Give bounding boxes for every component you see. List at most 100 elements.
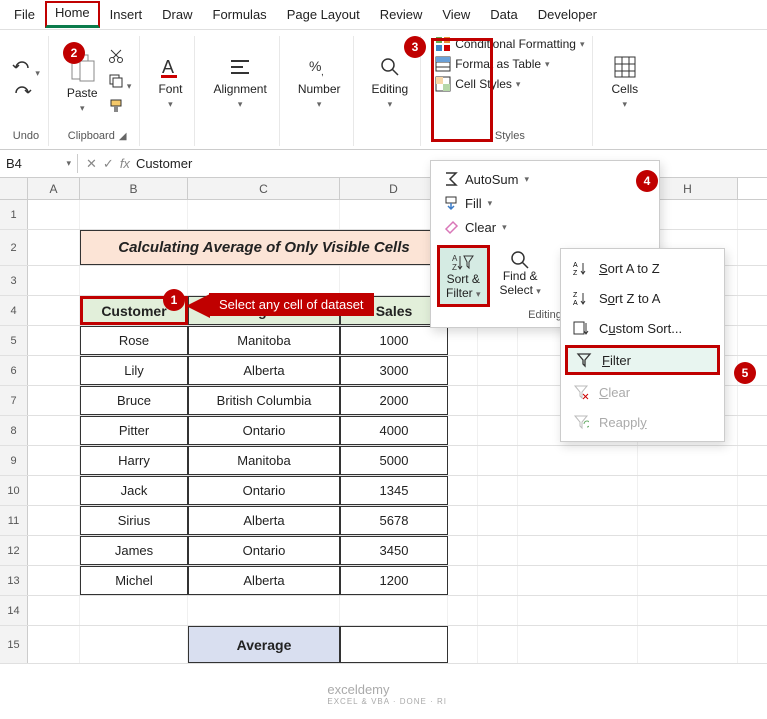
- select-all-corner[interactable]: [0, 178, 28, 199]
- cell[interactable]: [80, 200, 188, 229]
- cell[interactable]: [28, 476, 80, 505]
- cell[interactable]: [478, 566, 518, 595]
- cell[interactable]: [478, 326, 518, 355]
- alignment-button[interactable]: Alignment ▾: [209, 53, 270, 112]
- cell[interactable]: 1345: [340, 476, 448, 505]
- menu-tab-view[interactable]: View: [432, 3, 480, 26]
- cell[interactable]: 2000: [340, 386, 448, 415]
- cell[interactable]: Michel: [80, 566, 188, 595]
- cell[interactable]: [448, 356, 478, 385]
- cell[interactable]: [478, 626, 518, 663]
- cell[interactable]: [518, 476, 638, 505]
- cell[interactable]: [80, 596, 188, 625]
- cell[interactable]: Manitoba: [188, 326, 340, 355]
- cell[interactable]: Ontario: [188, 416, 340, 445]
- menu-tab-review[interactable]: Review: [370, 3, 433, 26]
- font-button[interactable]: A Font ▾: [154, 53, 186, 112]
- menu-tab-draw[interactable]: Draw: [152, 3, 202, 26]
- cell[interactable]: [518, 566, 638, 595]
- cell[interactable]: [340, 596, 448, 625]
- col-header-c[interactable]: C: [188, 178, 340, 199]
- menu-tab-developer[interactable]: Developer: [528, 3, 607, 26]
- fx-icon[interactable]: fx: [120, 156, 130, 172]
- formula-input[interactable]: Customer: [136, 156, 192, 171]
- clear-filter-item[interactable]: Clear: [561, 377, 724, 407]
- row-header[interactable]: 13: [0, 566, 28, 595]
- col-header-b[interactable]: B: [80, 178, 188, 199]
- cell[interactable]: [28, 446, 80, 475]
- row-header[interactable]: 9: [0, 446, 28, 475]
- row-header[interactable]: 8: [0, 416, 28, 445]
- editing-button[interactable]: Editing ▾: [368, 53, 413, 112]
- cells-button[interactable]: Cells ▾: [607, 53, 642, 112]
- row-header[interactable]: 4: [0, 296, 28, 325]
- cell[interactable]: Manitoba: [188, 446, 340, 475]
- cell[interactable]: 4000: [340, 416, 448, 445]
- menu-tab-formulas[interactable]: Formulas: [203, 3, 277, 26]
- cell[interactable]: [478, 416, 518, 445]
- cell[interactable]: [478, 506, 518, 535]
- cell[interactable]: Bruce: [80, 386, 188, 415]
- cell[interactable]: Lily: [80, 356, 188, 385]
- cell[interactable]: [518, 536, 638, 565]
- cell[interactable]: Ontario: [188, 476, 340, 505]
- cell[interactable]: 3450: [340, 536, 448, 565]
- redo-button[interactable]: [12, 85, 40, 104]
- cell[interactable]: 3000: [340, 356, 448, 385]
- cell[interactable]: [448, 386, 478, 415]
- cell[interactable]: [638, 566, 738, 595]
- name-box[interactable]: B4 ▾: [0, 154, 78, 173]
- cell[interactable]: [28, 416, 80, 445]
- cell[interactable]: British Columbia: [188, 386, 340, 415]
- cell[interactable]: [188, 266, 340, 295]
- cell[interactable]: [28, 230, 80, 265]
- cell[interactable]: [28, 386, 80, 415]
- row-header[interactable]: 5: [0, 326, 28, 355]
- cell[interactable]: 5678: [340, 506, 448, 535]
- cell[interactable]: [448, 326, 478, 355]
- cell[interactable]: Rose: [80, 326, 188, 355]
- cell[interactable]: [638, 446, 738, 475]
- cell[interactable]: [448, 476, 478, 505]
- cell[interactable]: [448, 596, 478, 625]
- cell[interactable]: [28, 266, 80, 295]
- cell[interactable]: Sirius: [80, 506, 188, 535]
- cell[interactable]: [80, 626, 188, 663]
- row-header[interactable]: 2: [0, 230, 28, 265]
- col-header-a[interactable]: A: [28, 178, 80, 199]
- cell[interactable]: [28, 566, 80, 595]
- cell[interactable]: Calculating Average of Only Visible Cell…: [80, 230, 448, 265]
- filter-item[interactable]: Filter: [565, 345, 720, 375]
- clipboard-dialog-launcher[interactable]: ◢: [119, 131, 127, 142]
- copy-button[interactable]: ▾: [108, 73, 132, 92]
- cell[interactable]: [638, 626, 738, 663]
- cell[interactable]: [448, 626, 478, 663]
- menu-tab-insert[interactable]: Insert: [100, 3, 153, 26]
- cell[interactable]: [448, 566, 478, 595]
- cell[interactable]: [28, 536, 80, 565]
- cell[interactable]: [448, 506, 478, 535]
- row-header[interactable]: 1: [0, 200, 28, 229]
- sort-za-item[interactable]: ZA Sort Z to A: [561, 283, 724, 313]
- format-painter-button[interactable]: [108, 98, 132, 117]
- cell[interactable]: [28, 200, 80, 229]
- cell[interactable]: [28, 626, 80, 663]
- menu-tab-data[interactable]: Data: [480, 3, 527, 26]
- enter-formula-icon[interactable]: ✓: [103, 156, 114, 172]
- cell[interactable]: Alberta: [188, 506, 340, 535]
- cell[interactable]: [638, 596, 738, 625]
- cell[interactable]: [340, 626, 448, 663]
- cell[interactable]: [448, 446, 478, 475]
- cell[interactable]: Average: [188, 626, 340, 663]
- cut-button[interactable]: [108, 48, 132, 67]
- sort-filter-button[interactable]: AZ Sort & Filter ▾: [437, 245, 490, 307]
- cell[interactable]: [478, 536, 518, 565]
- custom-sort-item[interactable]: Custom Sort...: [561, 313, 724, 343]
- cell[interactable]: Pitter: [80, 416, 188, 445]
- menu-tab-home[interactable]: Home: [45, 1, 100, 28]
- cell[interactable]: Jack: [80, 476, 188, 505]
- cell[interactable]: 1200: [340, 566, 448, 595]
- row-header[interactable]: 3: [0, 266, 28, 295]
- cell[interactable]: [448, 416, 478, 445]
- cell[interactable]: [448, 536, 478, 565]
